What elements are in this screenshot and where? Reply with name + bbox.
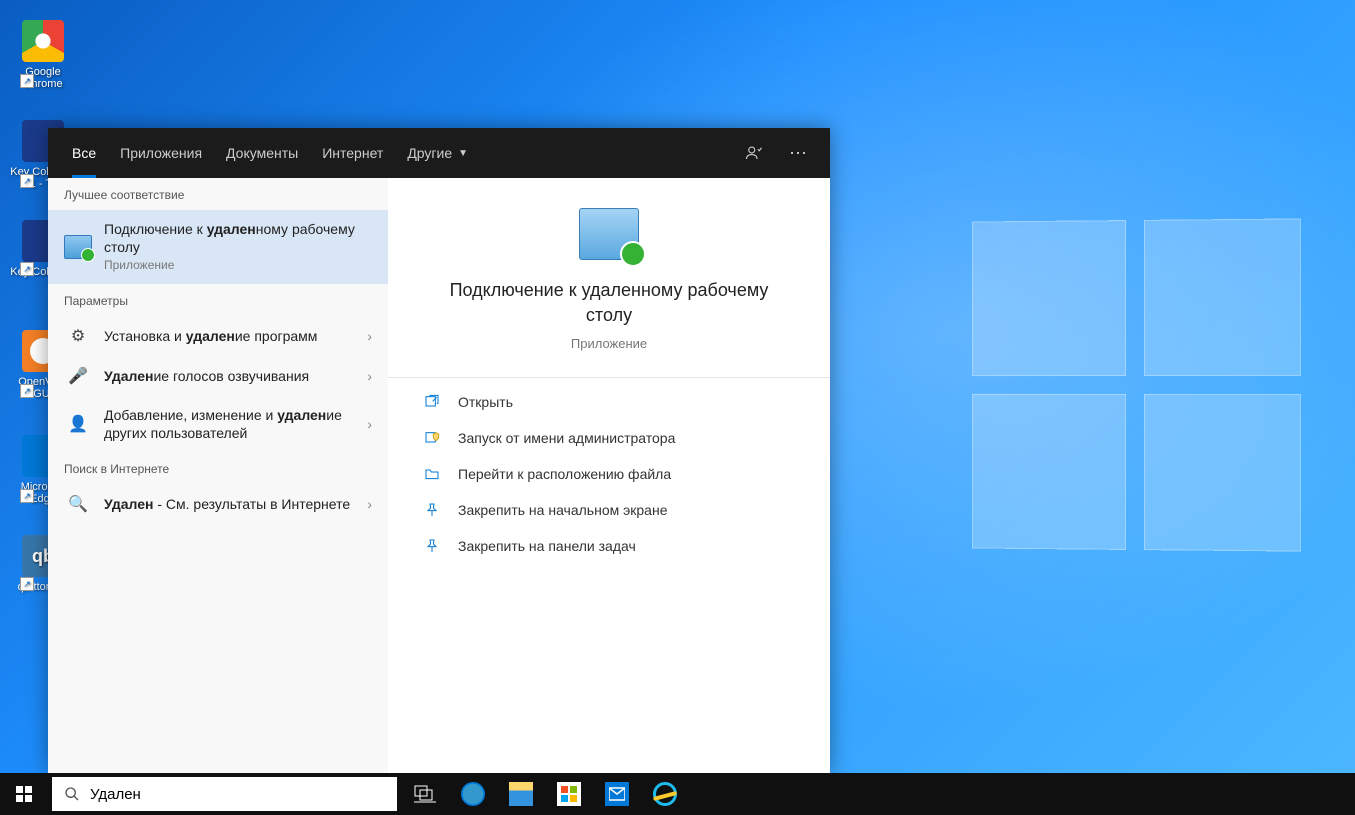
section-settings: Параметры [48, 284, 388, 316]
action-folder-2[interactable]: Перейти к расположению файла [388, 456, 830, 492]
shortcut-arrow-icon: ↗ [20, 489, 34, 503]
preview-rdp-icon [579, 208, 639, 260]
action-label: Открыть [458, 394, 513, 410]
action-pin-4[interactable]: Закрепить на панели задач [388, 528, 830, 564]
action-shield-1[interactable]: Запуск от имени администратора [388, 420, 830, 456]
task-view-button[interactable] [401, 773, 449, 815]
settings-item-icon: 👤 [64, 414, 92, 434]
action-label: Запуск от имени администратора [458, 430, 675, 446]
taskbar-explorer[interactable] [497, 773, 545, 815]
folder-icon [420, 466, 444, 482]
more-options-icon[interactable]: ⋯ [778, 133, 818, 173]
start-search-panel: Все Приложения Документы Интернет Другие… [48, 128, 830, 773]
open-icon [420, 394, 444, 410]
windows-icon [16, 786, 32, 802]
pin-icon [420, 538, 444, 554]
result-settings-1[interactable]: 🎤Удаление голосов озвучивания› [48, 356, 388, 396]
search-results-list: Лучшее соответствие Подключение к удален… [48, 178, 388, 773]
feedback-icon[interactable] [734, 133, 774, 173]
chevron-right-icon: › [367, 368, 372, 384]
search-icon: 🔍 [64, 494, 92, 514]
desktop-icon-label: Google Chrome [8, 66, 78, 90]
section-web: Поиск в Интернете [48, 452, 388, 484]
action-label: Закрепить на начальном экране [458, 502, 668, 518]
action-pin-3[interactable]: Закрепить на начальном экране [388, 492, 830, 528]
taskbar-mail[interactable] [593, 773, 641, 815]
shortcut-arrow-icon: ↗ [20, 384, 34, 398]
tab-internet[interactable]: Интернет [310, 128, 395, 178]
search-tabs: Все Приложения Документы Интернет Другие… [48, 128, 830, 178]
search-preview-pane: Подключение к удаленному рабочему столу … [388, 178, 830, 773]
tab-apps[interactable]: Приложения [108, 128, 214, 178]
rdp-icon [64, 235, 92, 259]
result-remote-desktop[interactable]: Подключение к удаленному рабочему столу … [48, 210, 388, 284]
start-button[interactable] [0, 773, 48, 815]
shortcut-arrow-icon: ↗ [20, 262, 34, 276]
settings-item-icon: 🎤 [64, 366, 92, 386]
section-best-match: Лучшее соответствие [48, 178, 388, 210]
action-label: Перейти к расположению файла [458, 466, 671, 482]
result-settings-2[interactable]: 👤Добавление, изменение и удаление других… [48, 396, 388, 452]
taskbar [0, 773, 1355, 815]
action-label: Закрепить на панели задач [458, 538, 636, 554]
taskbar-search-box[interactable] [52, 777, 397, 811]
action-open-0[interactable]: Открыть [388, 384, 830, 420]
tab-documents[interactable]: Документы [214, 128, 310, 178]
desktop-icon-chrome[interactable]: ↗Google Chrome [8, 20, 78, 90]
chevron-right-icon: › [367, 496, 372, 512]
preview-subtitle: Приложение [571, 336, 647, 351]
preview-title: Подключение к удаленному рабочему столу [388, 278, 830, 328]
taskbar-edge[interactable] [449, 773, 497, 815]
chevron-right-icon: › [367, 416, 372, 432]
taskbar-ie[interactable] [641, 773, 689, 815]
shortcut-arrow-icon: ↗ [20, 577, 34, 591]
result-web-search[interactable]: 🔍 Удален - См. результаты в Интернете › [48, 484, 388, 524]
chevron-right-icon: › [367, 328, 372, 344]
preview-actions: Открыть Запуск от имени администратора Пер… [388, 377, 830, 570]
pin-icon [420, 502, 444, 518]
result-settings-0[interactable]: ⚙Установка и удаление программ› [48, 316, 388, 356]
chrome-icon [22, 20, 64, 62]
shortcut-arrow-icon: ↗ [20, 174, 34, 188]
shortcut-arrow-icon: ↗ [20, 74, 34, 88]
wallpaper-windows-logo [972, 218, 1301, 551]
settings-item-icon: ⚙ [64, 326, 92, 346]
search-input[interactable] [90, 786, 385, 803]
tab-all[interactable]: Все [60, 128, 108, 178]
shield-icon [420, 430, 444, 446]
search-icon [64, 786, 80, 802]
tab-more[interactable]: Другие▼ [395, 128, 480, 178]
taskbar-store[interactable] [545, 773, 593, 815]
